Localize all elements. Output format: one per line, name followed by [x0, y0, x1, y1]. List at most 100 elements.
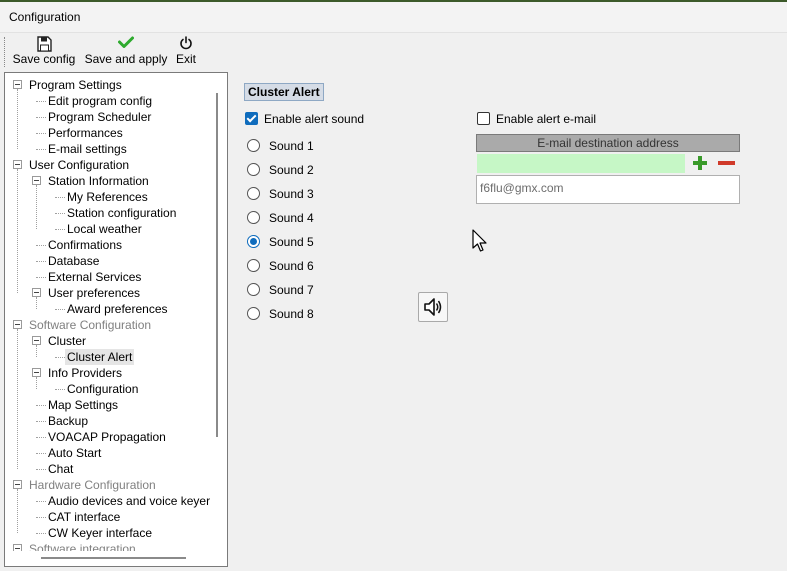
tree-connector	[17, 329, 18, 469]
configuration-window: Configuration Save config Save and apply	[0, 0, 787, 571]
tree-connector	[36, 377, 37, 389]
tree-item-label: Chat	[48, 462, 74, 476]
tree-connector	[36, 501, 46, 502]
save-and-apply-label: Save and apply	[84, 52, 168, 66]
checkbox-box[interactable]	[245, 112, 258, 125]
collapse-toggle-icon[interactable]	[32, 176, 41, 185]
play-sound-button[interactable]	[418, 292, 448, 322]
sound-radio-label: Sound 3	[269, 187, 314, 201]
radio-circle[interactable]	[247, 139, 260, 152]
tree-item-label: Auto Start	[48, 446, 102, 460]
save-and-apply-button[interactable]: Save and apply	[84, 33, 168, 69]
tree-item[interactable]: Program Settings	[5, 77, 210, 93]
collapse-toggle-icon[interactable]	[32, 368, 41, 377]
tree-item-label: Cluster Alert	[65, 349, 135, 365]
tree-connector	[55, 197, 65, 198]
tree-item-label: Audio devices and voice keyer	[48, 494, 210, 508]
vertical-scroll-thumb[interactable]	[216, 93, 218, 437]
tree-connector	[36, 453, 46, 454]
tree-item-label: User Configuration	[29, 158, 130, 172]
tree-connector	[36, 117, 46, 118]
collapse-toggle-icon[interactable]	[13, 320, 22, 329]
tree-item-label: Station configuration	[67, 206, 177, 220]
collapse-toggle-icon[interactable]	[13, 80, 22, 89]
tree-item[interactable]: External Services	[5, 269, 210, 285]
tree-item[interactable]: CAT interface	[5, 509, 210, 525]
exit-button[interactable]: Exit	[172, 33, 200, 69]
tree-item[interactable]: Program Scheduler	[5, 109, 210, 125]
tree-connector	[36, 297, 37, 309]
tree-item[interactable]: Database	[5, 253, 210, 269]
radio-circle[interactable]	[247, 307, 260, 320]
tree-item-label: E-mail settings	[48, 142, 127, 156]
tree-item-label: User preferences	[48, 286, 141, 300]
collapse-toggle-icon[interactable]	[13, 544, 22, 551]
tree-horizontal-scrollbar[interactable]	[5, 551, 211, 565]
radio-circle[interactable]	[247, 259, 260, 272]
sound-radio-label: Sound 1	[269, 139, 314, 153]
tree-item[interactable]: Software integration	[5, 541, 210, 551]
tree-item[interactable]: Performances	[5, 125, 210, 141]
sound-radio-label: Sound 6	[269, 259, 314, 273]
tree-item[interactable]: Map Settings	[5, 397, 210, 413]
tree-connector	[55, 389, 65, 390]
enable-alert-sound-label: Enable alert sound	[264, 112, 365, 126]
tree-vertical-scrollbar[interactable]	[213, 89, 221, 437]
power-icon	[172, 36, 200, 52]
radio-circle[interactable]	[247, 163, 260, 176]
email-list-item[interactable]: f6flu@gmx.com	[480, 181, 564, 195]
tree-item[interactable]: Confirmations	[5, 237, 210, 253]
tree-item[interactable]: Backup	[5, 413, 210, 429]
section-title: Cluster Alert	[244, 83, 324, 101]
tree-connector	[17, 169, 18, 293]
green-check-icon	[84, 36, 168, 52]
tree-item[interactable]: CW Keyer interface	[5, 525, 210, 541]
mouse-cursor-icon	[472, 229, 487, 252]
tree-item[interactable]: Chat	[5, 461, 210, 477]
remove-email-button[interactable]	[717, 155, 736, 171]
tree-item[interactable]: Edit program config	[5, 93, 210, 109]
collapse-toggle-icon[interactable]	[32, 288, 41, 297]
tree-item-label: Local weather	[67, 222, 142, 236]
radio-circle[interactable]	[247, 187, 260, 200]
tree-item[interactable]: Audio devices and voice keyer	[5, 493, 210, 509]
exit-label: Exit	[175, 52, 196, 66]
collapse-toggle-icon[interactable]	[32, 336, 41, 345]
toolbar-grip[interactable]	[4, 37, 6, 67]
tree-connector	[36, 261, 46, 262]
email-destination-header: E-mail destination address	[476, 134, 740, 152]
sound-radio-label: Sound 5	[269, 235, 314, 249]
tree-item[interactable]: Auto Start	[5, 445, 210, 461]
collapse-toggle-icon[interactable]	[13, 480, 22, 489]
add-email-button[interactable]	[691, 155, 709, 171]
tree-item-label: Confirmations	[48, 238, 123, 252]
collapse-toggle-icon[interactable]	[13, 160, 22, 169]
tree-item[interactable]: Hardware Configuration	[5, 477, 210, 493]
tree-connector	[55, 309, 65, 310]
email-address-list[interactable]: f6flu@gmx.com	[476, 175, 740, 204]
radio-circle[interactable]	[247, 211, 260, 224]
tree-connector	[36, 245, 46, 246]
settings-tree: Program Settings Edit program config Progr…	[5, 73, 210, 551]
tree-connector	[36, 185, 37, 229]
tree-item-label: Software Configuration	[29, 318, 152, 332]
tree-item[interactable]: VOACAP Propagation	[5, 429, 210, 445]
tree-item[interactable]: User Configuration	[5, 157, 210, 173]
checkbox-box[interactable]	[477, 112, 490, 125]
tree-item-label: VOACAP Propagation	[48, 430, 166, 444]
tree-item-label: CW Keyer interface	[48, 526, 153, 540]
plus-icon	[693, 156, 707, 170]
tree-connector	[36, 149, 46, 150]
save-config-button[interactable]: Save config	[12, 33, 76, 69]
tree-item-label: CAT interface	[48, 510, 121, 524]
tree-item-label: Edit program config	[48, 94, 153, 108]
sound-radio-label: Sound 8	[269, 307, 314, 321]
email-address-input[interactable]	[477, 154, 685, 173]
tree-item[interactable]: Software Configuration	[5, 317, 210, 333]
sound-radio-label: Sound 2	[269, 163, 314, 177]
radio-circle[interactable]	[247, 235, 260, 248]
sound-radio-label: Sound 4	[269, 211, 314, 225]
radio-circle[interactable]	[247, 283, 260, 296]
tree-item[interactable]: E-mail settings	[5, 141, 210, 157]
horizontal-scroll-thumb[interactable]	[41, 557, 186, 559]
